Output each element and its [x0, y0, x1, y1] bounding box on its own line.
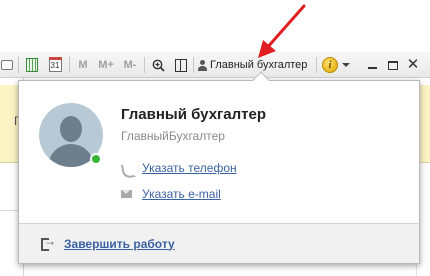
set-phone-link[interactable]: Указать телефон [142, 161, 237, 175]
logout-link[interactable]: Завершить работу [64, 237, 175, 251]
email-row: Указать e-mail [121, 187, 221, 201]
online-status-indicator [90, 153, 102, 165]
email-icon [121, 190, 132, 198]
popup-footer: Завершить работу [19, 223, 419, 263]
user-profile-popup: Главный бухгалтер ГлавныйБухгалтер Указа… [18, 71, 420, 264]
user-full-name: Главный бухгалтер [121, 106, 267, 123]
phone-icon [121, 163, 132, 174]
set-email-link[interactable]: Указать e-mail [142, 187, 221, 201]
user-login: ГлавныйБухгалтер [121, 129, 225, 143]
logout-icon [41, 234, 56, 251]
phone-row: Указать телефон [121, 161, 237, 175]
